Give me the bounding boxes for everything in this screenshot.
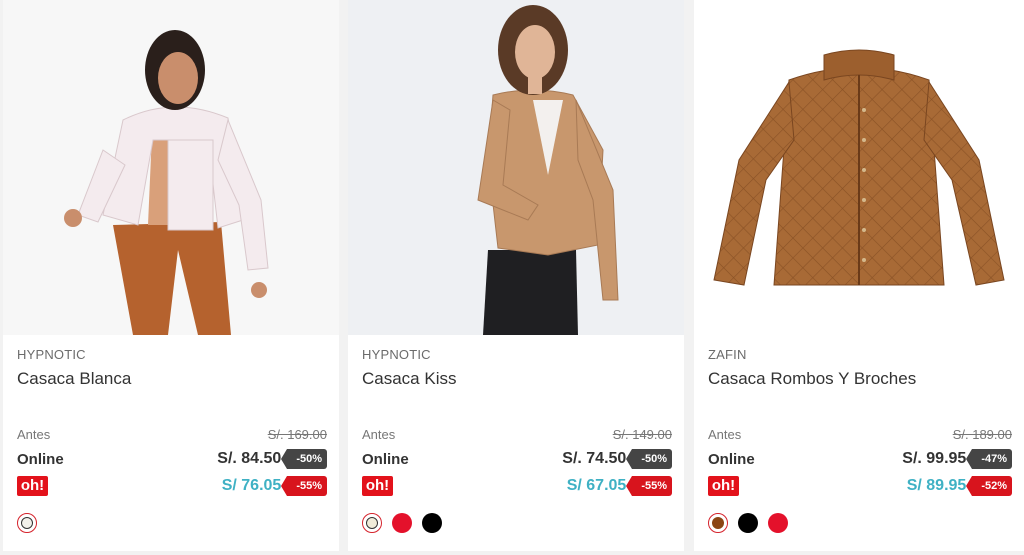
color-swatch[interactable] — [17, 513, 37, 533]
product-brand: HYPNOTIC — [362, 347, 431, 362]
oh-discount-badge: -52% — [966, 476, 1012, 496]
online-discount-badge: -50% — [281, 449, 327, 469]
online-price: S/. 99.95 — [902, 450, 967, 467]
antes-row: Antes S/. 149.00 — [362, 423, 672, 445]
antes-row: Antes S/. 169.00 — [17, 423, 327, 445]
online-label: Online — [362, 450, 409, 468]
color-swatch[interactable] — [422, 513, 442, 533]
product-grid: HYPNOTIC Casaca Blanca Antes S/. 169.00 … — [0, 0, 1024, 555]
online-label: Online — [17, 450, 64, 468]
oh-price: S/ 89.95 — [906, 477, 967, 494]
antes-price: S/. 169.00 — [267, 426, 327, 442]
antes-label: Antes — [708, 426, 742, 442]
color-swatch[interactable] — [738, 513, 758, 533]
swatch-dot — [712, 517, 724, 529]
product-name[interactable]: Casaca Kiss — [362, 369, 456, 389]
product-image[interactable] — [694, 0, 1024, 335]
product-image[interactable] — [3, 0, 339, 335]
color-swatches — [362, 513, 442, 533]
color-swatches — [17, 513, 37, 533]
oh-row: oh! S/ 89.95 -52% — [708, 475, 1012, 497]
product-name[interactable]: Casaca Rombos Y Broches — [708, 369, 916, 389]
antes-label: Antes — [17, 426, 51, 442]
color-swatch[interactable] — [708, 513, 728, 533]
oh-discount-badge: -55% — [281, 476, 327, 496]
online-price: S/. 74.50 — [562, 450, 627, 467]
online-row: Online S/. 99.95 -47% — [708, 448, 1012, 470]
brown-quilted-jacket-photo — [694, 0, 1024, 335]
oh-price: S/ 67.05 — [566, 477, 627, 494]
oh-row: oh! S/ 67.05 -55% — [362, 475, 672, 497]
color-swatches — [708, 513, 788, 533]
online-price: S/. 84.50 — [217, 450, 282, 467]
oh-discount-badge: -55% — [626, 476, 672, 496]
product-name[interactable]: Casaca Blanca — [17, 369, 131, 389]
online-row: Online S/. 84.50 -50% — [17, 448, 327, 470]
swatch-dot — [366, 517, 378, 529]
product-brand: HYPNOTIC — [17, 347, 86, 362]
product-card[interactable]: HYPNOTIC Casaca Kiss Antes S/. 149.00 On… — [348, 0, 684, 551]
online-discount-badge: -50% — [626, 449, 672, 469]
swatch-dot — [21, 517, 33, 529]
oh-row: oh! S/ 76.05 -55% — [17, 475, 327, 497]
oh-logo: oh! — [362, 476, 393, 496]
color-swatch[interactable] — [362, 513, 382, 533]
online-row: Online S/. 74.50 -50% — [362, 448, 672, 470]
antes-row: Antes S/. 189.00 — [708, 423, 1012, 445]
online-label: Online — [708, 450, 755, 468]
product-brand: ZAFIN — [708, 347, 747, 362]
product-card[interactable]: HYPNOTIC Casaca Blanca Antes S/. 169.00 … — [3, 0, 339, 551]
antes-price: S/. 149.00 — [612, 426, 672, 442]
antes-label: Antes — [362, 426, 396, 442]
color-swatch[interactable] — [392, 513, 412, 533]
model-white-jacket-photo — [3, 0, 339, 335]
model-tan-leather-jacket-photo — [348, 0, 684, 335]
oh-logo: oh! — [708, 476, 739, 496]
oh-price: S/ 76.05 — [221, 477, 282, 494]
product-image[interactable] — [348, 0, 684, 335]
color-swatch[interactable] — [768, 513, 788, 533]
product-card[interactable]: ZAFIN Casaca Rombos Y Broches Antes S/. … — [694, 0, 1024, 551]
antes-price: S/. 189.00 — [952, 426, 1012, 442]
online-discount-badge: -47% — [966, 449, 1012, 469]
oh-logo: oh! — [17, 476, 48, 496]
